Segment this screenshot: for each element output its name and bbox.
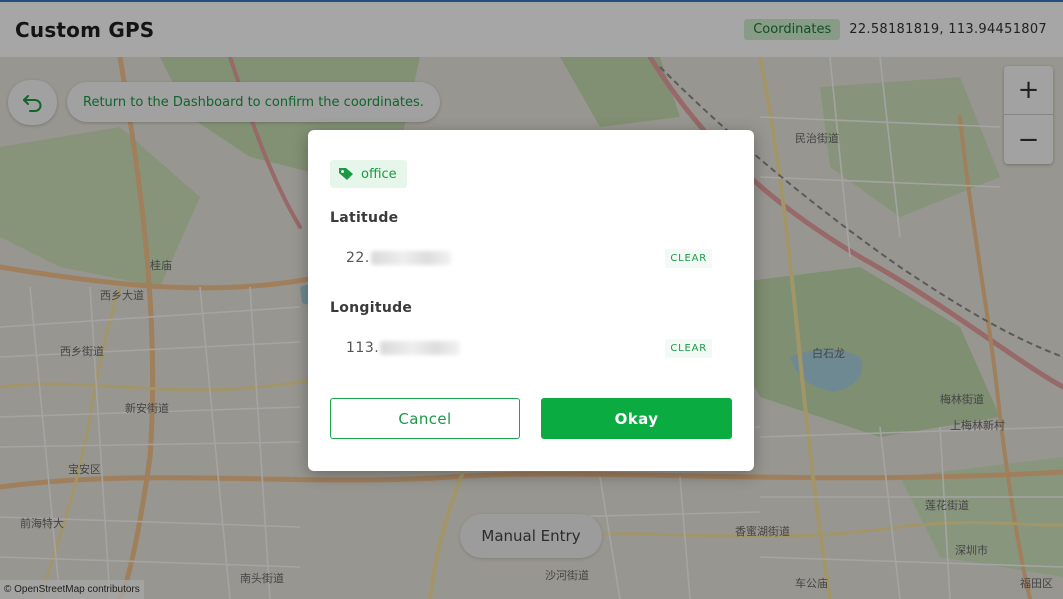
latitude-label: Latitude	[330, 210, 399, 226]
latitude-prefix: 22.	[346, 250, 370, 266]
latitude-clear-button[interactable]: CLEAR	[665, 248, 712, 268]
tag-icon	[339, 168, 353, 180]
longitude-input[interactable]: 113. CLEAR	[330, 330, 722, 366]
latitude-redacted	[370, 251, 451, 265]
longitude-redacted	[380, 341, 461, 355]
longitude-label: Longitude	[330, 300, 413, 316]
latitude-input[interactable]: 22. CLEAR	[330, 240, 722, 276]
coordinate-dialog: office Latitude 22. CLEAR Longitude 113.…	[308, 130, 754, 471]
okay-button[interactable]: Okay	[541, 398, 732, 439]
tag-label: office	[361, 166, 397, 182]
longitude-clear-button[interactable]: CLEAR	[665, 338, 712, 358]
latitude-value: 22.	[346, 250, 451, 266]
longitude-value: 113.	[346, 340, 461, 356]
longitude-prefix: 113.	[346, 340, 380, 356]
cancel-button[interactable]: Cancel	[330, 398, 520, 439]
location-tag: office	[330, 160, 407, 188]
